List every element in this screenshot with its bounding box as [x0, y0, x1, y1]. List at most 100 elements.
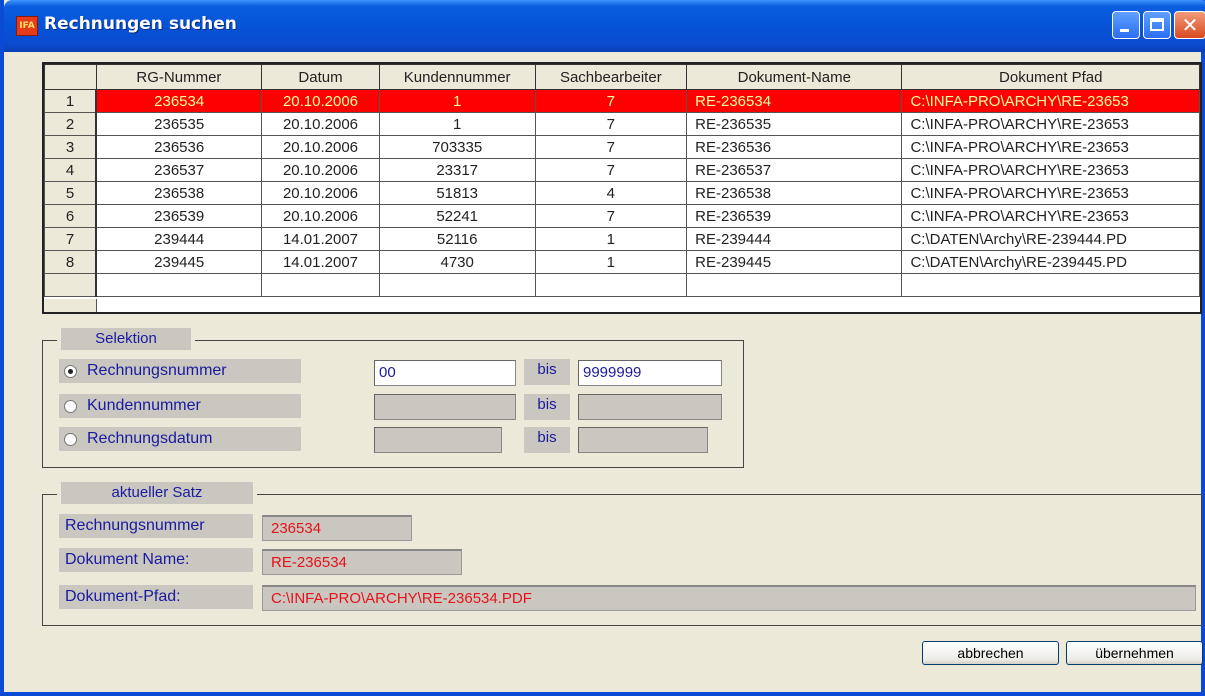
kundennummer-cell[interactable]: 1 [378, 89, 536, 113]
rg-nummer-cell[interactable]: 236537 [95, 158, 263, 182]
sachbearbeiter-cell[interactable]: 7 [534, 89, 688, 113]
row-number[interactable]: 5 [44, 181, 98, 205]
dokument-name-cell[interactable]: RE-236535 [686, 112, 903, 136]
row-number[interactable]: 4 [44, 158, 98, 182]
column-header-rg-nummer[interactable]: RG-Nummer [95, 64, 263, 90]
rg-nummer-cell[interactable]: 239444 [95, 227, 263, 251]
dokument-name-cell[interactable]: RE-236537 [686, 158, 903, 182]
datum-cell[interactable]: 20.10.2006 [261, 181, 380, 205]
dokument-pfad-cell[interactable]: C:\DATEN\Archy\RE-239444.PD [901, 227, 1200, 251]
column-header-datum[interactable]: Datum [261, 64, 380, 90]
datum-cell[interactable]: 14.01.2007 [261, 250, 380, 274]
radio-kundennummer-label[interactable]: Kundennummer [59, 394, 301, 418]
rg-nummer-cell[interactable]: 236539 [95, 204, 263, 228]
table-row[interactable]: 5 236538 20.10.2006 51813 4 RE-236538 C:\INFA-… [44, 181, 1200, 205]
kundennummer-cell[interactable]: 23317 [378, 158, 536, 182]
radio-rechnungsnummer-label[interactable]: Rechnungsnummer [59, 359, 301, 383]
dokument-name-cell[interactable]: RE-236536 [686, 135, 903, 159]
kundennummer-to-input[interactable] [578, 394, 722, 420]
invoice-grid[interactable]: RG-Nummer Datum Kundennummer Sachbearbei… [42, 62, 1202, 314]
close-button[interactable]: ✕ [1174, 11, 1205, 39]
dokument-pfad-cell[interactable]: C:\INFA-PRO\ARCHY\RE-23653 [901, 112, 1200, 136]
column-header-sachbearbeiter[interactable]: Sachbearbeiter [534, 64, 688, 90]
kundennummer-from-input[interactable] [374, 394, 516, 420]
accept-button[interactable]: übernehmen [1066, 641, 1203, 665]
table-row[interactable]: 8 239445 14.01.2007 4730 1 RE-239445 C:\DATEN\… [44, 250, 1200, 274]
table-row[interactable]: 7 239444 14.01.2007 52116 1 RE-239444 C:\DATEN… [44, 227, 1200, 251]
kundennummer-cell[interactable]: 4730 [378, 250, 536, 274]
dokument-name-cell[interactable]: RE-239444 [686, 227, 903, 251]
kundennummer-cell[interactable]: 52241 [378, 204, 536, 228]
sachbearbeiter-cell[interactable]: 1 [534, 227, 688, 251]
row-number[interactable]: 6 [44, 204, 98, 228]
dokument-pfad-cell[interactable]: C:\INFA-PRO\ARCHY\RE-23653 [901, 204, 1200, 228]
rg-nummer-cell[interactable]: 236536 [95, 135, 263, 159]
rechnungsdatum-to-input[interactable] [578, 427, 708, 453]
row-number[interactable]: 2 [44, 112, 98, 136]
radio-rechnungsnummer[interactable] [64, 365, 77, 378]
empty-cell[interactable] [44, 273, 98, 297]
sachbearbeiter-cell[interactable]: 7 [534, 112, 688, 136]
table-row-empty[interactable] [44, 273, 1200, 297]
dokument-name-cell[interactable]: RE-239445 [686, 250, 903, 274]
rechnungsnummer-label: Rechnungsnummer [59, 514, 253, 538]
minimize-button[interactable] [1112, 11, 1140, 39]
datum-cell[interactable]: 20.10.2006 [261, 112, 380, 136]
table-row[interactable]: 3 236536 20.10.2006 703335 7 RE-236536 C:\INFA… [44, 135, 1200, 159]
rg-nummer-cell[interactable]: 236538 [95, 181, 263, 205]
empty-cell[interactable] [534, 273, 688, 297]
rg-nummer-cell[interactable]: 236535 [95, 112, 263, 136]
kundennummer-cell[interactable]: 52116 [378, 227, 536, 251]
empty-cell[interactable] [901, 273, 1200, 297]
datum-cell[interactable]: 20.10.2006 [261, 135, 380, 159]
empty-cell[interactable] [686, 273, 903, 297]
rg-nummer-cell[interactable]: 236534 [95, 89, 263, 113]
table-row[interactable]: 4 236537 20.10.2006 23317 7 RE-236537 C:\INFA-… [44, 158, 1200, 182]
title-bar[interactable]: IFA Rechnungen suchen ✕ [4, 0, 1205, 52]
rechnungsnummer-to-input[interactable]: 9999999 [578, 360, 722, 386]
kundennummer-cell[interactable]: 51813 [378, 181, 536, 205]
empty-cell[interactable] [95, 273, 263, 297]
dokument-name-cell[interactable]: RE-236539 [686, 204, 903, 228]
maximize-button[interactable] [1143, 11, 1171, 39]
table-row[interactable]: 1 236534 20.10.2006 1 7 RE-236534 C:\INFA-PRO\… [44, 89, 1200, 113]
table-row[interactable]: 2 236535 20.10.2006 1 7 RE-236535 C:\INFA-PRO\… [44, 112, 1200, 136]
rechnungsdatum-from-input[interactable] [374, 427, 502, 453]
table-row[interactable]: 6 236539 20.10.2006 52241 7 RE-236539 C:\INFA-… [44, 204, 1200, 228]
row-number[interactable]: 8 [44, 250, 98, 274]
dokument-pfad-cell[interactable]: C:\INFA-PRO\ARCHY\RE-23653 [901, 89, 1200, 113]
bis-label-3: bis [524, 427, 570, 453]
row-number[interactable]: 3 [44, 135, 98, 159]
empty-cell[interactable] [378, 273, 536, 297]
rechnungsnummer-from-input[interactable]: 00 [374, 360, 516, 386]
radio-rechnungsdatum-label[interactable]: Rechnungsdatum [59, 427, 301, 451]
row-number[interactable]: 7 [44, 227, 98, 251]
sachbearbeiter-cell[interactable]: 7 [534, 135, 688, 159]
cancel-button[interactable]: abbrechen [922, 641, 1059, 665]
dokument-name-cell[interactable]: RE-236534 [686, 89, 903, 113]
rg-nummer-cell[interactable]: 239445 [95, 250, 263, 274]
radio-rechnungsdatum[interactable] [64, 433, 77, 446]
row-number[interactable]: 1 [44, 89, 98, 113]
app-icon[interactable]: IFA [16, 16, 38, 36]
column-header-dokument-name[interactable]: Dokument-Name [686, 64, 903, 90]
datum-cell[interactable]: 14.01.2007 [261, 227, 380, 251]
dokument-pfad-cell[interactable]: C:\INFA-PRO\ARCHY\RE-23653 [901, 158, 1200, 182]
column-header-dokument-pfad[interactable]: Dokument Pfad [901, 64, 1200, 90]
sachbearbeiter-cell[interactable]: 1 [534, 250, 688, 274]
sachbearbeiter-cell[interactable]: 7 [534, 158, 688, 182]
kundennummer-cell[interactable]: 1 [378, 112, 536, 136]
column-header-kundennummer[interactable]: Kundennummer [378, 64, 536, 90]
dokument-name-cell[interactable]: RE-236538 [686, 181, 903, 205]
empty-cell[interactable] [261, 273, 380, 297]
sachbearbeiter-cell[interactable]: 7 [534, 204, 688, 228]
datum-cell[interactable]: 20.10.2006 [261, 89, 380, 113]
radio-kundennummer[interactable] [64, 400, 77, 413]
dokument-pfad-cell[interactable]: C:\INFA-PRO\ARCHY\RE-23653 [901, 181, 1200, 205]
datum-cell[interactable]: 20.10.2006 [261, 204, 380, 228]
dokument-pfad-cell[interactable]: C:\DATEN\Archy\RE-239445.PD [901, 250, 1200, 274]
dokument-pfad-cell[interactable]: C:\INFA-PRO\ARCHY\RE-23653 [901, 135, 1200, 159]
sachbearbeiter-cell[interactable]: 4 [534, 181, 688, 205]
datum-cell[interactable]: 20.10.2006 [261, 158, 380, 182]
kundennummer-cell[interactable]: 703335 [378, 135, 536, 159]
